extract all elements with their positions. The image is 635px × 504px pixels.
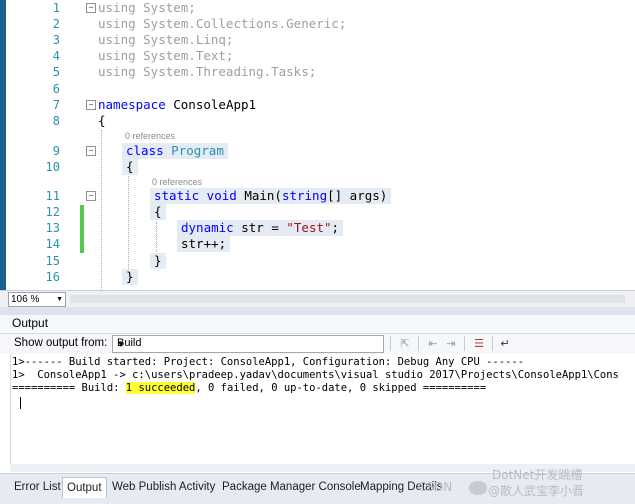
code-line: 14 str++; [0,236,635,252]
code-line: 15 } [0,253,635,269]
toolbar-separator [464,336,465,351]
find-message-icon[interactable]: ⇱ [398,337,412,350]
type-name: Program [171,143,224,158]
tab-web-publish-activity[interactable]: Web Publish Activity [108,477,219,497]
line-number: 15 [45,254,60,268]
line-number: 2 [52,17,60,31]
output-pane-title: Output [12,316,49,330]
keyword: dynamic [181,220,234,235]
keyword: namespace [98,97,166,112]
code-text: using System; [98,0,196,15]
fold-minus-icon[interactable]: − [86,191,96,201]
output-line: 1> ConsoleApp1 -> c:\users\pradeep.yadav… [12,369,619,381]
text-caret [20,397,21,409]
line-number: 11 [45,189,60,203]
line-number: 5 [52,65,60,79]
output-line: ========== Build: 1 succeeded, 0 failed,… [12,382,486,395]
editor-status-bar: 106 % ▼ [0,290,635,308]
code-text: ConsoleApp1 [165,97,257,112]
tab-error-list[interactable]: Error List [10,477,65,497]
build-succeeded-highlight: 1 succeeded [125,382,196,394]
watermark-text: DotNet开发跳槽 [492,468,583,482]
code-line: 16 } [0,269,635,285]
code-line: 12 { [0,204,635,220]
code-line: 1 − using System; [0,0,635,16]
line-number: 12 [45,205,60,219]
code-text: str++; [177,236,231,252]
code-line: 7 − namespace ConsoleApp1 [0,97,635,113]
line-number: 16 [45,270,60,284]
code-text: ; [331,220,340,235]
toolbar-separator [492,336,493,351]
code-text: using System.Threading.Tasks; [98,64,317,79]
next-message-icon[interactable]: ⇥ [444,337,458,350]
output-toolbar: Show output from: Build ▼ ⇱ ⇤ ⇥ ☰ ↵ [0,334,635,354]
fold-minus-icon[interactable]: − [86,3,96,13]
code-text: str = [233,220,287,235]
string-literal: "Test" [286,220,332,235]
code-line: 11 − static void Main(string[] args) [0,188,635,204]
code-line: 6 [0,81,635,97]
prev-message-icon[interactable]: ⇤ [426,337,440,350]
code-line: 13 dynamic str = "Test"; [0,220,635,236]
keyword: class [126,143,164,158]
line-number: 7 [52,98,60,112]
editor-horizontal-scrollbar[interactable] [70,295,625,303]
line-number: 4 [52,49,60,63]
zoom-value: 106 % [11,294,40,305]
dropdown-arrow-icon: ▼ [117,340,125,349]
toolbar-separator [418,336,419,351]
tab-output[interactable]: Output [62,477,107,498]
line-number: 3 [52,33,60,47]
line-number: 6 [52,82,60,96]
line-number: 1 [52,1,60,15]
keyword: string [281,188,328,203]
line-number: 10 [45,160,60,174]
code-text: } [122,269,138,285]
code-line: 2 using System.Collections.Generic; [0,16,635,32]
output-pane-header: Output [0,315,635,334]
line-number: 9 [52,144,60,158]
code-text: using System.Text; [98,48,234,63]
word-wrap-icon[interactable]: ↵ [498,337,512,350]
code-line: 9 − class Program [0,143,635,159]
fold-minus-icon[interactable]: − [86,100,96,110]
output-source-select[interactable]: Build ▼ [112,335,384,353]
code-line: 5 using System.Threading.Tasks; [0,64,635,80]
pane-splitter[interactable] [0,307,635,315]
code-line: 3 using System.Linq; [0,32,635,48]
line-number: 13 [45,221,60,235]
code-text: { [122,159,138,175]
code-text: using System.Collections.Generic; [98,16,347,31]
codelens-references[interactable]: 0 references [152,176,202,188]
tab-package-manager-console[interactable]: Package Manager Console [218,477,365,497]
dropdown-arrow-icon: ▼ [56,296,63,303]
tool-window-tabs: Error List Output Web Publish Activity P… [0,468,635,504]
codelens-references[interactable]: 0 references [125,130,175,142]
code-editor[interactable]: 1 − using System; 2 using System.Collect… [0,0,635,290]
code-text: } [150,253,166,269]
build-summary-prefix: ========== Build: [12,382,126,394]
zoom-dropdown[interactable]: 106 % ▼ [8,292,66,307]
output-line: 1>------ Build started: Project: Console… [12,356,525,368]
toolbar-separator [390,336,391,351]
code-text: { [98,113,106,128]
code-line: 10 { [0,159,635,175]
code-text: using System.Linq; [98,32,234,47]
code-text: [] args) [327,188,388,203]
watermark-text: @散人武宝李小晋 [488,484,585,498]
show-output-from-label: Show output from: [14,337,108,349]
keyword: static void [154,188,237,203]
code-line: 4 using System.Text; [0,48,635,64]
wechat-logo-icon [469,481,487,495]
fold-minus-icon[interactable]: − [86,146,96,156]
build-summary-suffix: , 0 failed, 0 up-to-date, 0 skipped ====… [195,382,487,394]
code-line: 8 { [0,113,635,129]
clear-all-icon[interactable]: ☰ [472,337,486,350]
line-number: 8 [52,114,60,128]
line-number: 14 [45,237,60,251]
code-text: { [150,204,166,220]
watermark-text: CSDN [418,480,453,494]
code-text: Main( [236,188,282,203]
